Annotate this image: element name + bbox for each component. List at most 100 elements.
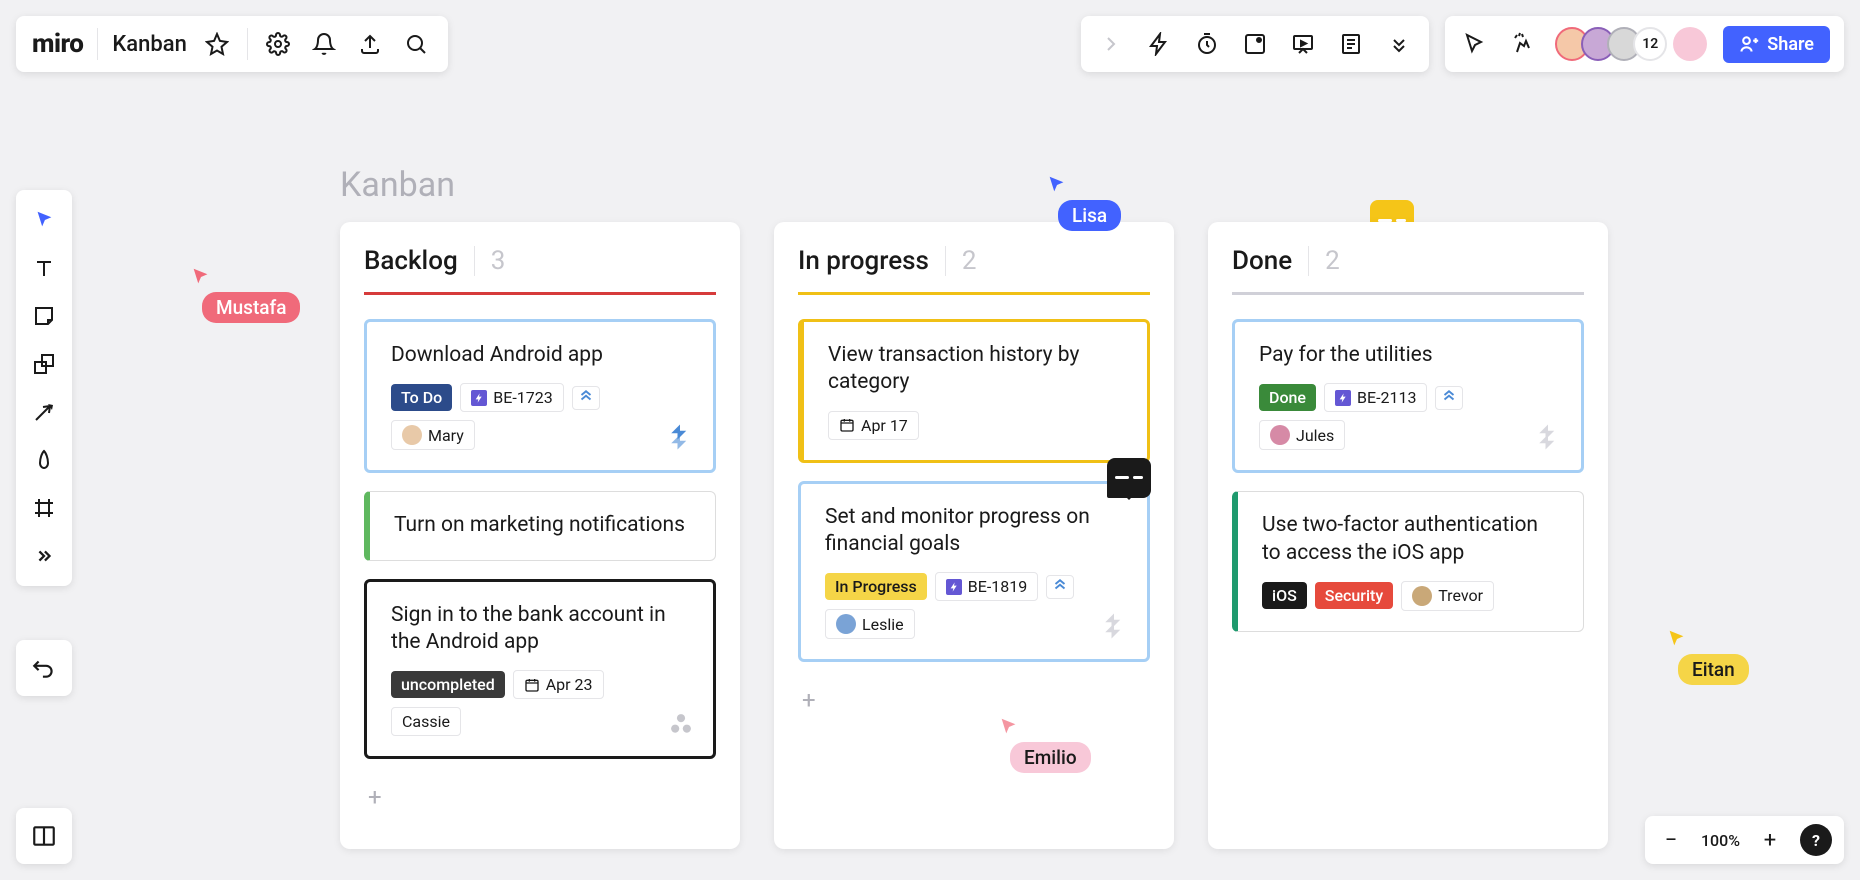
divider: [97, 28, 98, 60]
notifications-icon[interactable]: [308, 28, 340, 60]
undo-button[interactable]: [16, 640, 72, 696]
column-count: 2: [945, 246, 977, 276]
tag-chip: Security: [1315, 582, 1393, 609]
card[interactable]: Set and monitor progress on financial go…: [798, 481, 1150, 663]
panel-toggle[interactable]: [16, 808, 72, 864]
ticket-chip: BE-1819: [935, 572, 1038, 601]
priority-icon: [572, 386, 600, 410]
frame-tool[interactable]: [24, 488, 64, 528]
card-title: View transaction history by category: [828, 342, 1123, 397]
assignee-chip: Leslie: [825, 609, 915, 639]
column-header[interactable]: Done 2: [1232, 246, 1584, 295]
select-tool[interactable]: [24, 200, 64, 240]
column-header[interactable]: In progress 2: [798, 246, 1150, 295]
lightning-icon[interactable]: [1143, 28, 1175, 60]
asana-icon: [667, 710, 695, 742]
comment-indicator[interactable]: [1107, 458, 1151, 498]
remote-cursor-mustafa: Mustafa: [190, 266, 300, 323]
apps-panel: [1081, 16, 1429, 72]
board-title[interactable]: Kanban: [340, 165, 455, 205]
avatar[interactable]: [1673, 27, 1707, 61]
card-title: Use two-factor authentication to access …: [1262, 512, 1559, 567]
assignee-chip: Trevor: [1401, 581, 1494, 611]
date-chip: Apr 23: [513, 670, 604, 699]
settings-icon[interactable]: [262, 28, 294, 60]
card[interactable]: Turn on marketing notifications: [364, 491, 716, 560]
remote-cursor-eitan: Eitan: [1666, 628, 1749, 685]
card[interactable]: Sign in to the bank account in the Andro…: [364, 579, 716, 760]
priority-icon: [1046, 575, 1074, 599]
card[interactable]: View transaction history by category Apr…: [798, 319, 1150, 463]
column-count: 2: [1308, 246, 1340, 276]
help-button[interactable]: ?: [1800, 824, 1832, 856]
jira-icon: [1533, 422, 1563, 456]
column-backlog: Backlog 3 Download Android app To Do BE-…: [340, 222, 740, 849]
card-title: Download Android app: [391, 342, 689, 369]
status-chip: Done: [1259, 384, 1316, 411]
cursor-label: Lisa: [1058, 200, 1121, 231]
column-title: Backlog: [364, 246, 458, 276]
miro-logo[interactable]: miro: [32, 29, 83, 59]
export-icon[interactable]: [354, 28, 386, 60]
more-apps-icon[interactable]: [1383, 28, 1415, 60]
remote-cursor-lisa: Lisa: [1046, 174, 1121, 231]
card[interactable]: Pay for the utilities Done BE-2113 Jules: [1232, 319, 1584, 473]
card[interactable]: Use two-factor authentication to access …: [1232, 491, 1584, 632]
status-chip: To Do: [391, 384, 452, 411]
column-header[interactable]: Backlog 3: [364, 246, 716, 295]
search-icon[interactable]: [400, 28, 432, 60]
more-tools[interactable]: [24, 536, 64, 576]
card-title: Set and monitor progress on financial go…: [825, 504, 1123, 559]
remote-cursor-emilio: Emilio: [998, 716, 1091, 773]
tag-chip: Cassie: [391, 707, 461, 736]
ticket-chip: BE-1723: [460, 383, 563, 412]
arrow-tool[interactable]: [24, 392, 64, 432]
zoom-out-button[interactable]: −: [1657, 826, 1685, 854]
add-card-button[interactable]: +: [798, 680, 1150, 720]
ticket-chip: BE-2113: [1324, 383, 1427, 412]
shapes-tool[interactable]: [24, 344, 64, 384]
status-chip: uncompleted: [391, 671, 505, 698]
chevron-right-icon[interactable]: [1095, 28, 1127, 60]
cursor-label: Mustafa: [202, 292, 300, 323]
jira-icon: [1099, 611, 1129, 645]
reactions-icon[interactable]: [1507, 28, 1539, 60]
voting-icon[interactable]: [1239, 28, 1271, 60]
divider: [247, 28, 248, 60]
timer-icon[interactable]: [1191, 28, 1223, 60]
zoom-level[interactable]: 100%: [1701, 831, 1740, 850]
column-count: 3: [474, 246, 506, 276]
star-icon[interactable]: [201, 28, 233, 60]
collab-panel: 12 Share: [1445, 16, 1844, 72]
top-left-toolbar: miro Kanban: [16, 16, 448, 72]
collaborator-avatars[interactable]: 12: [1555, 27, 1707, 61]
card-title: Pay for the utilities: [1259, 342, 1557, 369]
date-chip: Apr 17: [828, 411, 919, 440]
presentation-icon[interactable]: [1287, 28, 1319, 60]
add-card-button[interactable]: +: [364, 777, 716, 817]
board-name[interactable]: Kanban: [112, 32, 186, 57]
cursor-tool-icon[interactable]: [1459, 28, 1491, 60]
column-in-progress: In progress 2 View transaction history b…: [774, 222, 1174, 849]
column-title: In progress: [798, 246, 929, 276]
cursor-label: Emilio: [1010, 742, 1091, 773]
text-tool[interactable]: [24, 248, 64, 288]
pen-tool[interactable]: [24, 440, 64, 480]
card-title: Turn on marketing notifications: [394, 512, 691, 539]
zoom-in-button[interactable]: +: [1756, 826, 1784, 854]
sticky-note-tool[interactable]: [24, 296, 64, 336]
assignee-chip: Mary: [391, 420, 475, 450]
kanban-columns: Backlog 3 Download Android app To Do BE-…: [340, 222, 1608, 849]
cursor-label: Eitan: [1678, 654, 1749, 685]
zoom-control: − 100% + ?: [1645, 816, 1844, 864]
left-toolbar: [16, 190, 72, 586]
column-done: Done 2 Pay for the utilities Done BE-211…: [1208, 222, 1608, 849]
card[interactable]: Download Android app To Do BE-1723 Mary: [364, 319, 716, 473]
collaborator-count[interactable]: 12: [1633, 27, 1667, 61]
top-right-cluster: 12 Share: [1081, 16, 1844, 72]
status-chip: In Progress: [825, 573, 927, 600]
tag-chip: iOS: [1262, 582, 1307, 609]
assignee-chip: Jules: [1259, 420, 1345, 450]
notes-icon[interactable]: [1335, 28, 1367, 60]
share-button[interactable]: Share: [1723, 26, 1830, 63]
